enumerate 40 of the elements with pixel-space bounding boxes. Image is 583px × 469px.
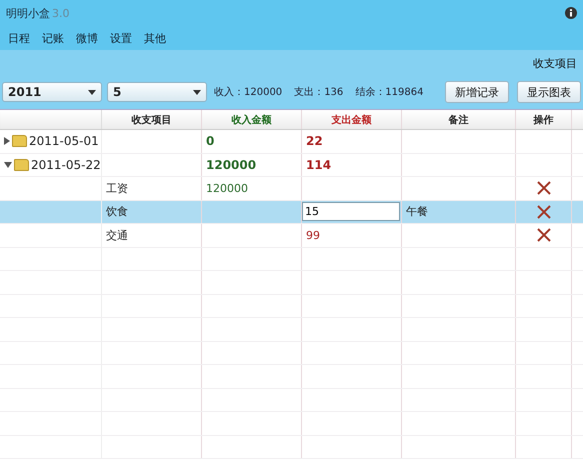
- menu-item[interactable]: 微博: [70, 30, 104, 46]
- view-tab[interactable]: 收支项目: [533, 56, 577, 71]
- caret-icon: [88, 90, 96, 94]
- income-amount: 120000: [206, 158, 256, 172]
- date-label[interactable]: 2011-05-22: [31, 158, 101, 172]
- folder-icon: [12, 135, 27, 148]
- column-header[interactable]: 收入金额: [232, 112, 272, 126]
- delete-icon[interactable]: [536, 204, 550, 219]
- column-header[interactable]: 收支项目: [132, 112, 172, 126]
- column-header[interactable]: 操作: [534, 112, 554, 126]
- info-icon[interactable]: [565, 7, 577, 19]
- delete-icon[interactable]: [536, 181, 550, 196]
- summary-text: 收入：120000: [214, 86, 282, 99]
- action-button[interactable]: 显示图表: [517, 81, 581, 103]
- window-title: 明明小盒 3.0: [6, 6, 70, 20]
- expense-amount: 22: [306, 134, 323, 148]
- item-label: 工资: [106, 180, 128, 196]
- date-label[interactable]: 2011-05-01: [29, 134, 99, 148]
- expense-amount: 114: [306, 158, 332, 172]
- item-label: 交通: [106, 228, 128, 243]
- delete-icon[interactable]: [536, 228, 550, 242]
- summary-text: 结余：119864: [355, 86, 424, 99]
- month-dropdown[interactable]: 5: [107, 82, 207, 102]
- column-header[interactable]: 备注: [448, 112, 468, 126]
- folder-icon: [14, 158, 29, 171]
- income-amount: 120000: [206, 182, 248, 195]
- expense-amount: 99: [306, 228, 320, 242]
- expense-input[interactable]: 15: [302, 202, 400, 222]
- summary-text: 支出：136: [294, 86, 344, 99]
- action-button[interactable]: 新增记录: [445, 81, 509, 103]
- item-label: 饮食: [106, 204, 128, 220]
- menu-item[interactable]: 日程: [2, 30, 36, 46]
- menu-item[interactable]: 记账: [36, 30, 70, 46]
- income-amount: 0: [206, 134, 214, 148]
- column-header[interactable]: 支出金额: [332, 112, 372, 126]
- year-dropdown[interactable]: 2011: [2, 82, 102, 102]
- menu-item[interactable]: 设置: [104, 30, 138, 46]
- caret-icon: [193, 90, 201, 94]
- menu-item[interactable]: 其他: [138, 30, 172, 46]
- note-text: 午餐: [406, 204, 428, 220]
